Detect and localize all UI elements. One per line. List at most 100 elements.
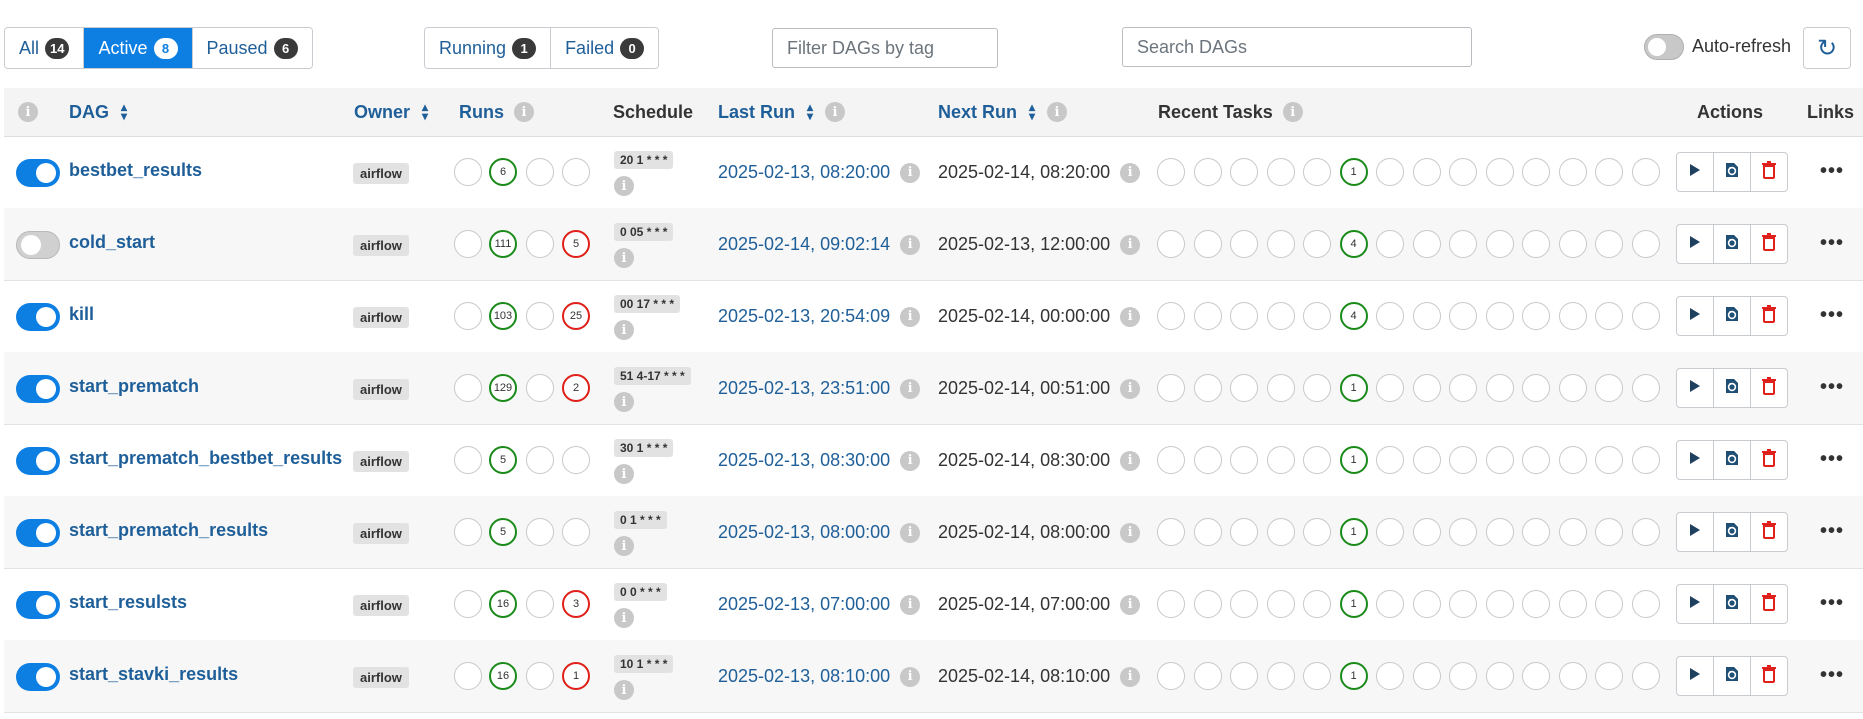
run-state-circle[interactable] bbox=[526, 518, 554, 546]
dag-active-toggle[interactable] bbox=[16, 375, 60, 403]
run-state-circle[interactable] bbox=[526, 302, 554, 330]
info-icon[interactable]: i bbox=[614, 320, 634, 340]
task-state-circle[interactable] bbox=[1157, 662, 1185, 690]
task-state-circle[interactable] bbox=[1522, 158, 1550, 186]
task-state-circle[interactable] bbox=[1595, 662, 1623, 690]
task-state-circle[interactable] bbox=[1230, 158, 1258, 186]
task-state-circle[interactable] bbox=[1631, 302, 1660, 330]
task-state-circle[interactable] bbox=[1485, 230, 1514, 258]
task-state-circle[interactable] bbox=[1449, 518, 1477, 546]
run-failed-circle[interactable]: 2 bbox=[562, 374, 590, 402]
run-state-circle[interactable] bbox=[526, 374, 554, 402]
task-state-circle[interactable] bbox=[1595, 158, 1623, 186]
delete-dag-button[interactable] bbox=[1750, 224, 1788, 264]
task-state-circle[interactable] bbox=[1522, 446, 1550, 474]
filter-all-button[interactable]: All 14 bbox=[5, 28, 85, 68]
info-icon[interactable]: i bbox=[614, 608, 634, 628]
info-icon[interactable]: i bbox=[1120, 162, 1141, 183]
links-menu-button[interactable]: ••• bbox=[1820, 376, 1844, 399]
info-icon[interactable]: i bbox=[614, 680, 634, 700]
task-state-circle[interactable] bbox=[1266, 662, 1295, 690]
info-icon[interactable]: i bbox=[900, 378, 921, 399]
delete-dag-button[interactable] bbox=[1750, 584, 1788, 624]
last-run-cell[interactable]: 2025-02-13, 23:51:00 i bbox=[718, 378, 921, 399]
task-state-circle[interactable] bbox=[1376, 374, 1404, 402]
task-state-circle[interactable] bbox=[1558, 158, 1587, 186]
run-state-circle[interactable] bbox=[526, 158, 554, 186]
task-state-circle[interactable] bbox=[1193, 374, 1222, 402]
info-icon[interactable]: i bbox=[614, 248, 634, 268]
auto-refresh-toggle[interactable] bbox=[1644, 34, 1684, 60]
sort-icon[interactable]: ▴ ▾ bbox=[1027, 101, 1037, 122]
run-state-circle[interactable] bbox=[526, 590, 554, 618]
run-failed-circle[interactable]: 3 bbox=[562, 590, 590, 618]
owner-badge[interactable]: airflow bbox=[353, 523, 409, 544]
task-state-circle[interactable] bbox=[1558, 518, 1587, 546]
task-state-circle[interactable] bbox=[1230, 518, 1258, 546]
task-state-circle[interactable] bbox=[1522, 302, 1550, 330]
task-state-circle[interactable] bbox=[1193, 446, 1222, 474]
sort-icon[interactable]: ▴ ▾ bbox=[805, 101, 815, 122]
task-state-circle[interactable] bbox=[1522, 374, 1550, 402]
dag-name-link[interactable]: bestbet_results bbox=[69, 160, 202, 181]
delete-dag-button[interactable] bbox=[1750, 296, 1788, 336]
last-run-date[interactable]: 2025-02-13, 08:30:00 bbox=[718, 450, 890, 471]
task-state-circle[interactable] bbox=[1193, 230, 1222, 258]
run-state-circle[interactable] bbox=[454, 590, 482, 618]
info-icon[interactable]: i bbox=[1120, 522, 1141, 543]
owner-badge[interactable]: airflow bbox=[353, 235, 409, 256]
task-state-circle[interactable] bbox=[1230, 590, 1258, 618]
task-state-circle[interactable] bbox=[1376, 230, 1404, 258]
task-success-circle[interactable]: 1 bbox=[1339, 662, 1368, 690]
task-state-circle[interactable] bbox=[1595, 302, 1623, 330]
task-state-circle[interactable] bbox=[1303, 446, 1331, 474]
task-state-circle[interactable] bbox=[1485, 518, 1514, 546]
task-state-circle[interactable] bbox=[1193, 302, 1222, 330]
task-state-circle[interactable] bbox=[1449, 590, 1477, 618]
links-menu-button[interactable]: ••• bbox=[1820, 592, 1844, 615]
info-icon[interactable]: i bbox=[1120, 450, 1141, 471]
task-state-circle[interactable] bbox=[1595, 590, 1623, 618]
trigger-dag-button[interactable] bbox=[1676, 368, 1714, 408]
task-state-circle[interactable] bbox=[1230, 230, 1258, 258]
links-menu-button[interactable]: ••• bbox=[1820, 232, 1844, 255]
info-icon[interactable]: i bbox=[1120, 594, 1141, 615]
run-state-circle[interactable] bbox=[454, 374, 482, 402]
last-run-date[interactable]: 2025-02-13, 20:54:09 bbox=[718, 306, 890, 327]
task-state-circle[interactable] bbox=[1412, 230, 1441, 258]
task-state-circle[interactable] bbox=[1266, 302, 1295, 330]
task-state-circle[interactable] bbox=[1558, 374, 1587, 402]
dag-active-toggle[interactable] bbox=[16, 663, 60, 691]
task-state-circle[interactable] bbox=[1230, 302, 1258, 330]
delete-dag-button[interactable] bbox=[1750, 152, 1788, 192]
run-state-circle[interactable] bbox=[454, 518, 482, 546]
task-state-circle[interactable] bbox=[1631, 518, 1660, 546]
last-run-cell[interactable]: 2025-02-13, 20:54:09 i bbox=[718, 306, 921, 327]
trigger-dag-button[interactable] bbox=[1676, 512, 1714, 552]
filter-failed-button[interactable]: Failed 0 bbox=[551, 28, 659, 68]
trigger-dag-button[interactable] bbox=[1676, 152, 1714, 192]
task-state-circle[interactable] bbox=[1157, 230, 1185, 258]
task-state-circle[interactable] bbox=[1412, 302, 1441, 330]
info-icon[interactable]: i bbox=[614, 392, 634, 412]
dag-name-link[interactable]: start_prematch_results bbox=[69, 520, 268, 541]
info-icon[interactable]: i bbox=[900, 234, 921, 255]
task-state-circle[interactable] bbox=[1266, 374, 1295, 402]
clear-dag-button[interactable] bbox=[1713, 368, 1751, 408]
task-state-circle[interactable] bbox=[1522, 662, 1550, 690]
task-state-circle[interactable] bbox=[1558, 446, 1587, 474]
last-run-date[interactable]: 2025-02-13, 23:51:00 bbox=[718, 378, 890, 399]
task-state-circle[interactable] bbox=[1449, 662, 1477, 690]
task-state-circle[interactable] bbox=[1631, 230, 1660, 258]
owner-badge[interactable]: airflow bbox=[353, 163, 409, 184]
trigger-dag-button[interactable] bbox=[1676, 656, 1714, 696]
task-state-circle[interactable] bbox=[1230, 374, 1258, 402]
links-menu-button[interactable]: ••• bbox=[1820, 520, 1844, 543]
task-state-circle[interactable] bbox=[1412, 374, 1441, 402]
sort-icon[interactable]: ▴ ▾ bbox=[119, 101, 129, 122]
task-state-circle[interactable] bbox=[1266, 590, 1295, 618]
info-icon[interactable]: i bbox=[900, 594, 921, 615]
run-state-circle[interactable] bbox=[454, 158, 482, 186]
trigger-dag-button[interactable] bbox=[1676, 584, 1714, 624]
delete-dag-button[interactable] bbox=[1750, 512, 1788, 552]
